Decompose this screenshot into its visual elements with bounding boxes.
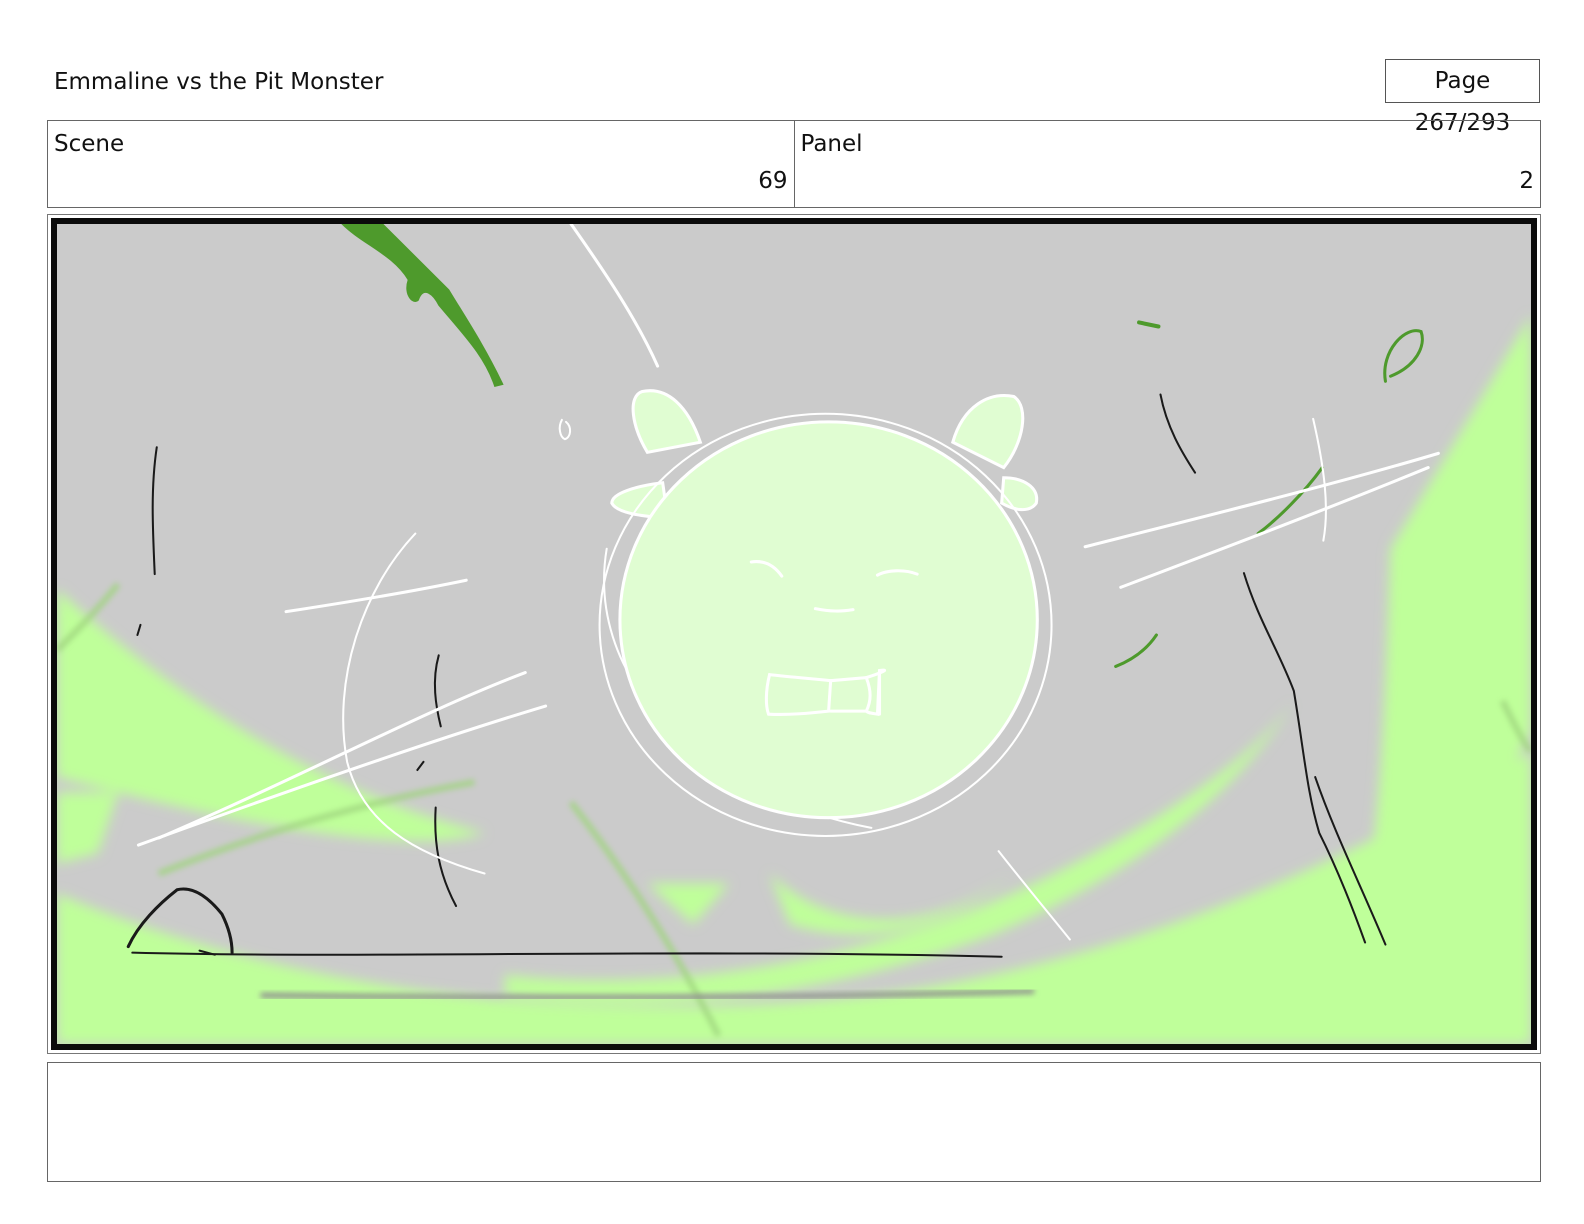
project-title: Emmaline vs the Pit Monster: [54, 69, 384, 95]
scene-cell: Scene 69: [48, 121, 794, 207]
creature-body: [618, 420, 1039, 820]
scene-panel-table: Scene 69 Panel 2: [47, 120, 1541, 208]
panel-cell: Panel 2: [793, 121, 1541, 207]
storyboard-sketch: [57, 224, 1531, 1044]
scene-label: Scene: [54, 131, 125, 157]
page-number: Page 267/293: [1385, 59, 1540, 136]
storyboard-frame-border: [51, 218, 1537, 1050]
scene-number: 69: [758, 168, 788, 194]
panel-number: 2: [1519, 168, 1534, 194]
storyboard-frame: [47, 214, 1541, 1054]
panel-label: Panel: [800, 131, 863, 157]
notes-box: [47, 1062, 1541, 1182]
